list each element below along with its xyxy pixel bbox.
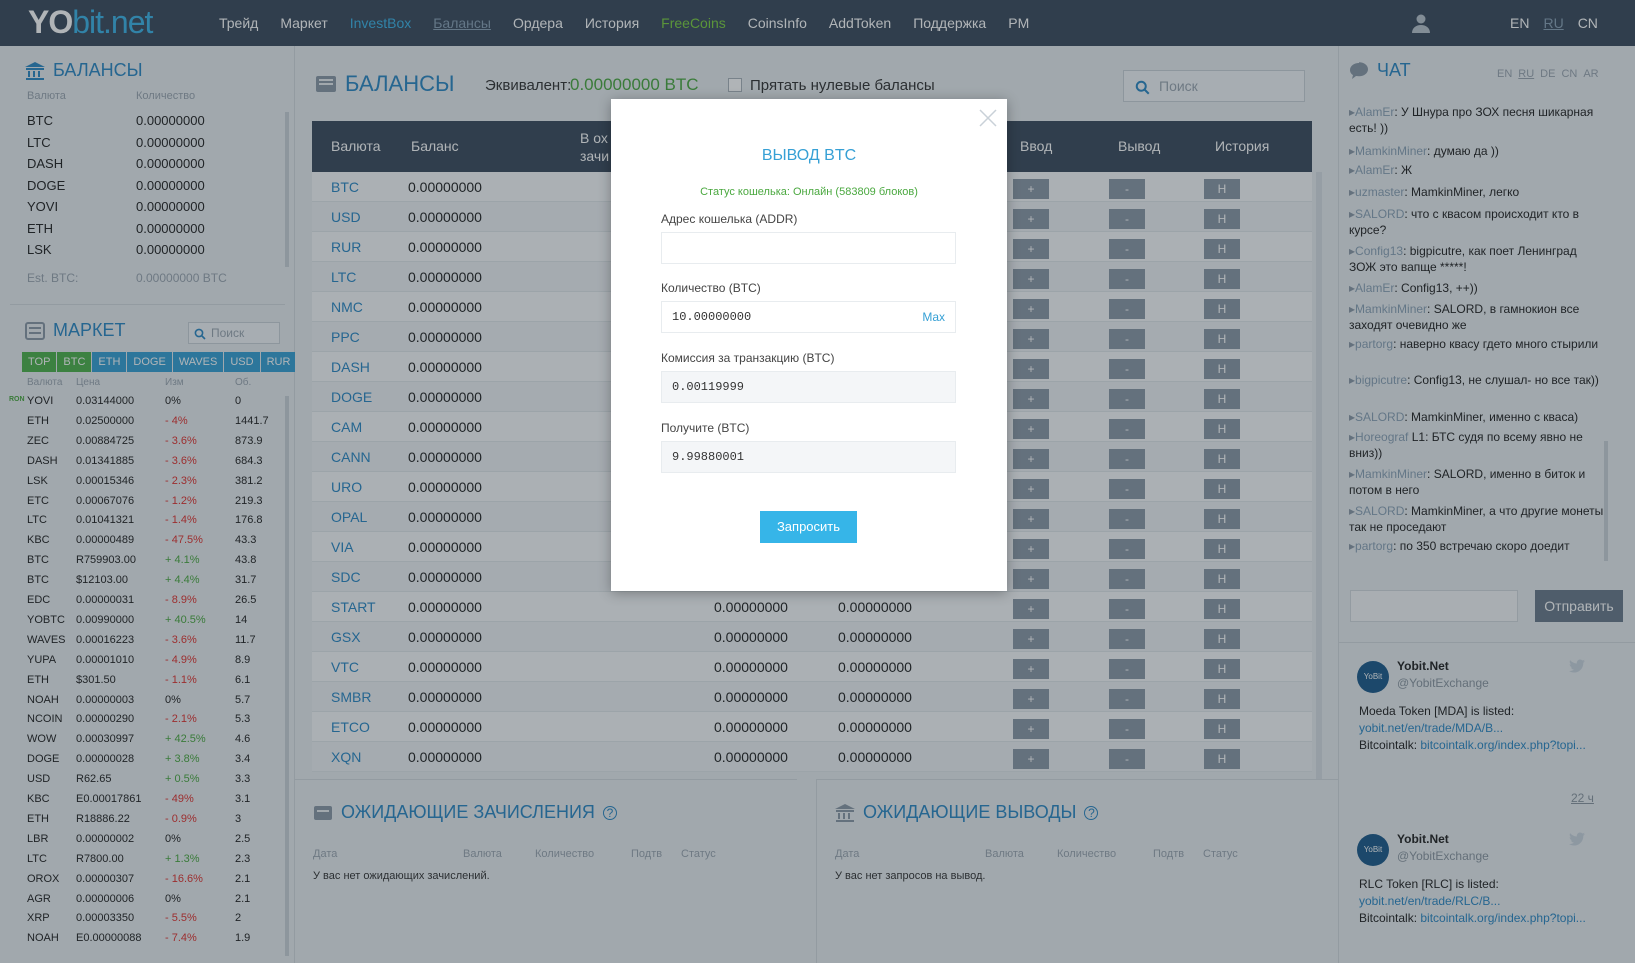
addr-input[interactable] (661, 232, 956, 264)
qty-input[interactable]: 10.00000000 Max (661, 301, 956, 333)
wallet-status: Статус кошелька: Онлайн (583809 блоков) (700, 186, 918, 198)
fee-field: 0.00119999 (661, 371, 956, 403)
fee-label: Комиссия за транзакцию (BTC) (661, 351, 835, 365)
qty-label: Количество (BTC) (661, 281, 761, 295)
receive-label: Получите (BTC) (661, 421, 750, 435)
withdraw-modal: ВЫВОД BTC Статус кошелька: Онлайн (58380… (611, 99, 1007, 591)
close-icon[interactable] (979, 109, 997, 127)
receive-field: 9.99880001 (661, 441, 956, 473)
addr-label: Адрес кошелька (ADDR) (661, 212, 798, 226)
submit-request-button[interactable]: Запросить (760, 511, 857, 543)
modal-title: ВЫВОД BTC (761, 147, 857, 164)
max-button[interactable]: Max (922, 310, 945, 324)
